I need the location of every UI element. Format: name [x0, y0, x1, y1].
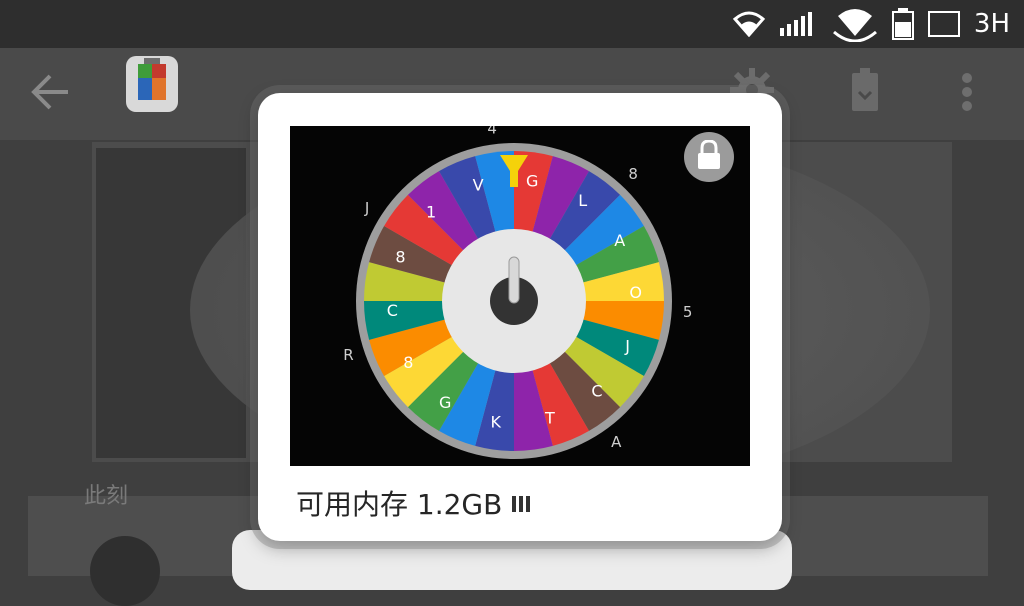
wheel-outer-letter: J [364, 199, 369, 217]
memory-popup-card[interactable]: G L A O J C T K G 8 C 8 1 V R J 4 8 5 A 可用内存 1.2GB [258, 93, 782, 541]
wheel-segment-letter: C [591, 381, 602, 400]
wheel-outer-letter: A [611, 433, 622, 451]
wheel-outer-letter: R [343, 346, 353, 364]
memory-info: 可用内存 1.2GB [296, 483, 531, 523]
battery-icon [891, 8, 914, 40]
hotspot-icon [832, 6, 878, 42]
available-memory-label: 可用内存 1.2GB [296, 488, 503, 521]
wheel-outer-letter: 8 [628, 165, 638, 183]
memory-bars-icon [512, 494, 531, 512]
wheel-outer-letter: 5 [683, 303, 693, 321]
wheel-segment-letter: 8 [403, 353, 413, 372]
wheel-segment-letter: J [624, 337, 630, 356]
status-icons: 3H [732, 6, 1010, 42]
status-bar: 3H [0, 0, 1024, 48]
app-icon[interactable] [126, 56, 178, 112]
more-options-icon[interactable] [960, 72, 974, 116]
wheel-segment-letter: 1 [426, 203, 436, 222]
wheel-outer-letter: 4 [487, 126, 497, 137]
background-status-text: 此刻 [84, 484, 129, 509]
app-preview-thumbnail[interactable]: G L A O J C T K G 8 C 8 1 V R J 4 8 5 A [290, 126, 750, 466]
lock-icon [696, 139, 722, 174]
background-avatar [90, 536, 160, 606]
cast-icon [927, 11, 960, 37]
wheel-segment-letter: G [526, 171, 538, 190]
lock-button[interactable] [684, 132, 734, 182]
signal-bars-icon [779, 10, 818, 38]
wifi-icon [732, 11, 766, 37]
battery-saver-icon[interactable] [850, 68, 880, 116]
wheel-segment-letter: A [614, 231, 625, 250]
wheel-segment-letter: V [473, 175, 484, 194]
back-arrow-icon[interactable] [28, 72, 72, 116]
spin-wheel: G L A O J C T K G 8 C 8 1 V R J 4 8 5 A [343, 126, 693, 459]
wheel-segment-letter: C [387, 301, 398, 320]
wheel-segment-letter: O [629, 283, 642, 302]
wheel-segment-letter: K [491, 413, 502, 432]
wheel-segment-letter: T [544, 409, 555, 428]
wheel-segment-letter: 8 [395, 247, 405, 266]
wheel-needle [508, 256, 520, 304]
wheel-segment-letter: L [578, 191, 587, 210]
wheel-segment-letter: G [439, 393, 451, 412]
network-type-label: 3H [973, 9, 1010, 39]
